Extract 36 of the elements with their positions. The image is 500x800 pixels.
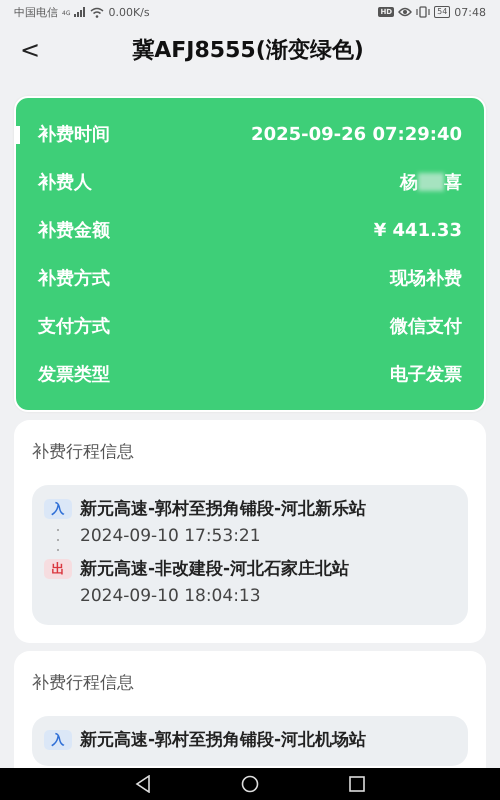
back-nav-icon[interactable] — [135, 775, 151, 793]
field-value: 杨 — [400, 171, 418, 194]
home-nav-icon[interactable] — [241, 775, 259, 793]
station-name: 新元高速-郭村至拐角铺段-河北新乐站 — [80, 498, 366, 521]
signal-icon — [74, 7, 86, 17]
eye-icon — [398, 7, 412, 17]
section-heading: 补费行程信息 — [32, 441, 135, 463]
field-value: ¥ 441.33 — [374, 220, 462, 240]
clock-time: 07:48 — [454, 6, 486, 18]
field-label: 发票类型 — [38, 363, 110, 386]
pass-time: 2024-09-10 18:04:13 — [80, 585, 262, 608]
recents-nav-icon[interactable] — [349, 776, 365, 792]
wifi-icon — [90, 6, 104, 18]
field-label: 支付方式 — [38, 315, 110, 338]
section-heading: 补费行程信息 — [32, 672, 135, 694]
direction-badge: 入 — [44, 499, 72, 519]
field-value: 2025-09-26 07:29:40 — [251, 124, 462, 144]
battery-indicator: 54 — [434, 6, 450, 18]
field-value: 微信支付 — [390, 315, 462, 338]
field-label: 补费方式 — [38, 267, 110, 290]
carrier-name: 中国电信 — [14, 4, 58, 20]
direction-badge: 入 — [44, 730, 72, 750]
field-label: 补费人 — [38, 171, 92, 194]
station-name: 新元高速-郭村至拐角铺段-河北机场站 — [80, 729, 366, 752]
pass-time: 2024-09-10 17:53:21 — [80, 525, 262, 548]
direction-badge: 出 — [44, 559, 72, 579]
field-value: 电子发票 — [390, 363, 462, 386]
vibrate-icon — [416, 6, 430, 18]
field-label: 补费金额 — [38, 219, 110, 242]
network-speed: 0.00K/s — [108, 6, 150, 18]
field-label: 补费时间 — [38, 123, 110, 146]
field-value: 现场补费 — [390, 267, 462, 290]
station-name: 新元高速-非改建段-河北石家庄北站 — [80, 558, 350, 581]
page-title: 冀AFJ8555(渐变绿色) — [132, 36, 364, 65]
field-value: 喜 — [444, 171, 462, 194]
back-button[interactable]: < — [16, 36, 44, 64]
